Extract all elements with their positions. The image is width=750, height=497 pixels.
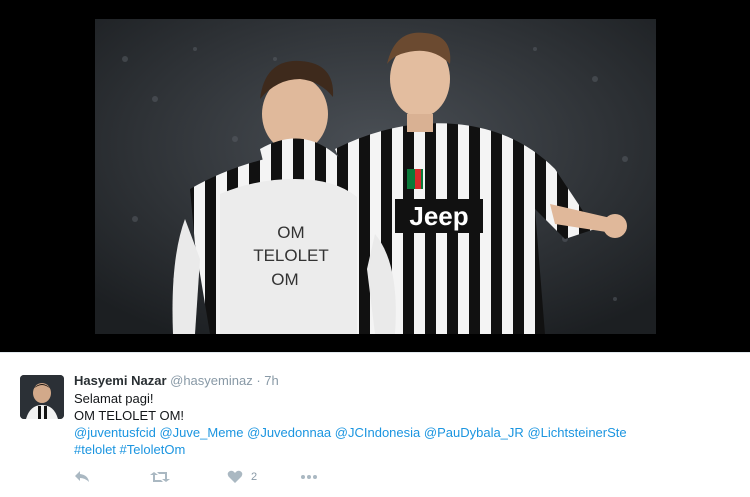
reply-button[interactable] (74, 467, 90, 487)
mention-link[interactable]: @juventusfcid (74, 425, 156, 440)
retweet-button[interactable] (150, 467, 170, 487)
avatar-image (20, 375, 64, 419)
tweet-text: Selamat pagi! OM TELOLET OM! @juventusfc… (74, 390, 724, 458)
author-handle[interactable]: @hasyeminaz (170, 373, 253, 388)
tweet-line-1: Selamat pagi! (74, 391, 154, 406)
heart-icon (227, 470, 243, 483)
mention-link[interactable]: @Juve_Meme (159, 425, 243, 440)
hashtag-link[interactable]: #TeloletOm (120, 442, 186, 457)
author-name[interactable]: Hasyemi Nazar (74, 373, 167, 388)
shirt-text-line-3: OM (271, 270, 298, 289)
media-panel: Jeep OM TELOLET OM (0, 0, 750, 352)
mention-link[interactable]: @Juvedonnaa (247, 425, 331, 440)
separator-dot: · (256, 373, 261, 388)
like-button[interactable]: 2 (227, 467, 257, 487)
tweet-timestamp[interactable]: 7h (264, 373, 278, 388)
tweet-hashtags: #telolet #TeloletOm (74, 441, 724, 458)
reply-icon (75, 471, 89, 482)
more-icon (301, 475, 317, 479)
hashtag-link[interactable]: #telolet (74, 442, 116, 457)
tweet-header: Hasyemi Nazar @hasyeminaz · 7h (74, 373, 279, 391)
avatar[interactable] (20, 375, 64, 419)
shirt-text-line-2: TELOLET (253, 246, 329, 265)
tweet-actions: 2 (74, 467, 374, 487)
tweet-line-2: OM TELOLET OM! (74, 408, 185, 423)
mention-link[interactable]: @LichtsteinerSte (527, 425, 626, 440)
photo-illustration: Jeep OM TELOLET OM (95, 19, 656, 334)
shirt-text-line-1: OM (277, 223, 304, 242)
tweet-mentions: @juventusfcid @Juve_Meme @Juvedonnaa @JC… (74, 424, 724, 441)
mention-link[interactable]: @PauDybala_JR (424, 425, 524, 440)
tweet-photo[interactable]: Jeep OM TELOLET OM (95, 19, 656, 334)
sponsor-text: Jeep (409, 201, 468, 231)
more-button[interactable] (300, 467, 318, 487)
mention-link[interactable]: @JCIndonesia (335, 425, 420, 440)
tweet: Hasyemi Nazar @hasyeminaz · 7h Selamat p… (0, 352, 750, 497)
retweet-icon (150, 472, 170, 482)
like-count: 2 (251, 471, 258, 483)
